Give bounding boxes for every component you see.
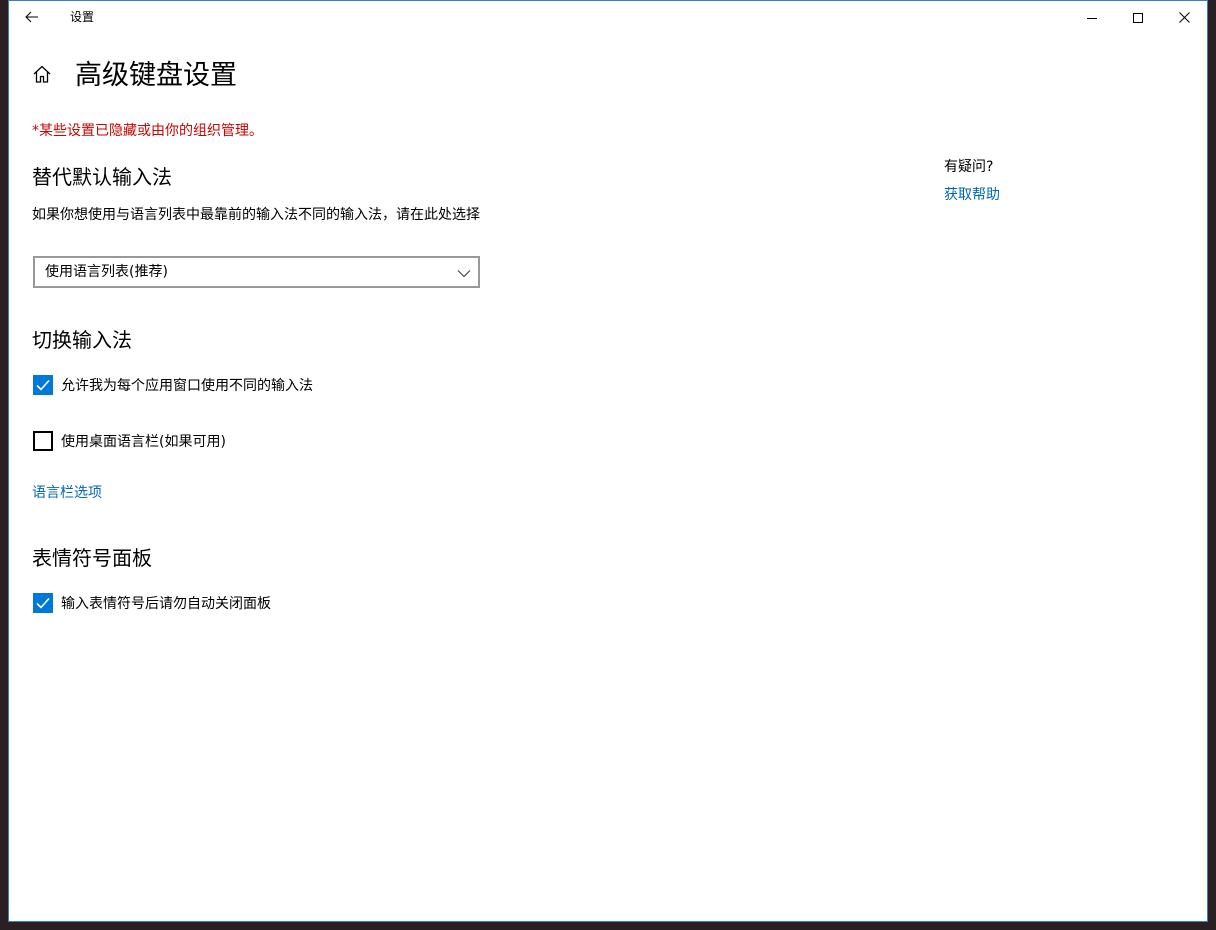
emoji-panel-keep-open-checkbox[interactable]	[33, 593, 53, 613]
checkmark-icon	[36, 594, 50, 613]
override-default-heading: 替代默认输入法	[32, 165, 172, 189]
close-button[interactable]	[1161, 1, 1207, 33]
settings-window: 设置 高级键盘设置 *某些设置已隐藏或由你的组织管理。 替代默认输入法 如果你想…	[8, 0, 1208, 922]
window-controls	[1069, 1, 1207, 33]
emoji-panel-heading: 表情符号面板	[32, 546, 152, 570]
desktop-language-bar-checkbox-row[interactable]: 使用桌面语言栏(如果可用)	[33, 431, 226, 451]
checkmark-icon	[36, 376, 50, 395]
input-method-dropdown[interactable]: 使用语言列表(推荐)	[33, 256, 480, 288]
emoji-panel-checkbox-row[interactable]: 输入表情符号后请勿自动关闭面板	[33, 593, 271, 613]
close-icon	[1178, 8, 1190, 27]
help-question: 有疑问?	[944, 159, 994, 175]
desktop-language-bar-checkbox[interactable]	[33, 431, 53, 451]
home-icon[interactable]	[31, 63, 53, 85]
chevron-down-icon	[457, 265, 471, 279]
managed-by-org-warning: *某些设置已隐藏或由你的组织管理。	[32, 123, 263, 139]
app-title: 设置	[70, 10, 95, 24]
override-default-description: 如果你想使用与语言列表中最靠前的输入法不同的输入法，请在此处选择	[32, 207, 480, 223]
minimize-icon	[1087, 8, 1097, 27]
per-app-input-checkbox-row[interactable]: 允许我为每个应用窗口使用不同的输入法	[33, 375, 313, 395]
switching-heading: 切换输入法	[32, 328, 132, 352]
title-bar: 设置	[9, 1, 1207, 33]
maximize-icon	[1133, 8, 1143, 27]
maximize-button[interactable]	[1115, 1, 1161, 33]
minimize-button[interactable]	[1069, 1, 1115, 33]
language-bar-options-link[interactable]: 语言栏选项	[32, 482, 102, 502]
back-button[interactable]	[9, 1, 55, 33]
page-title: 高级键盘设置	[75, 60, 237, 91]
get-help-link[interactable]: 获取帮助	[944, 184, 1000, 204]
arrow-left-icon	[25, 8, 39, 27]
dropdown-selected-value: 使用语言列表(推荐)	[45, 264, 168, 280]
per-app-input-label: 允许我为每个应用窗口使用不同的输入法	[61, 378, 313, 394]
emoji-panel-keep-open-label: 输入表情符号后请勿自动关闭面板	[61, 596, 271, 612]
desktop-language-bar-label: 使用桌面语言栏(如果可用)	[61, 434, 226, 450]
per-app-input-checkbox[interactable]	[33, 375, 53, 395]
